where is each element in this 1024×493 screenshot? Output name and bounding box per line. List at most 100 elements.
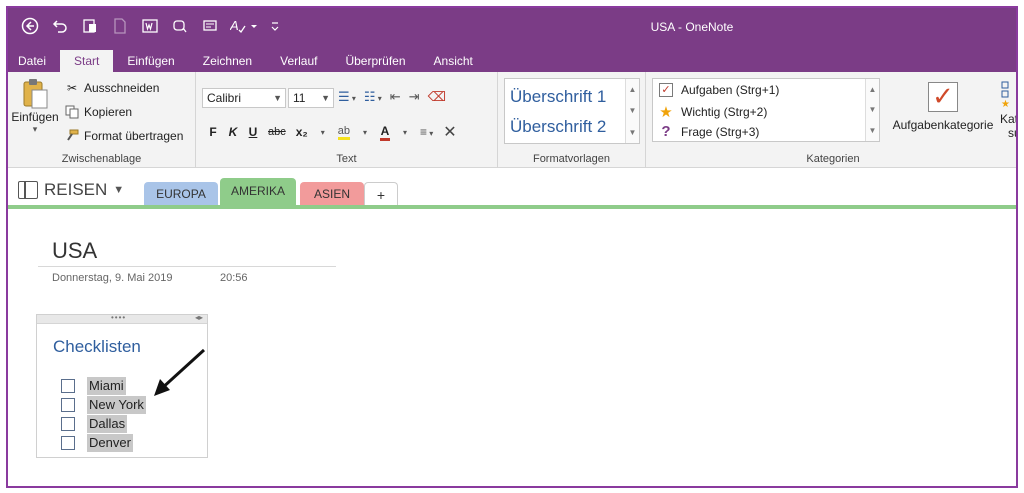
tags-group: ✓ Aufgaben (Strg+1) ★ Wichtig (Strg+2) ?… <box>646 72 1016 168</box>
todo-tag-button[interactable]: ✓ Aufgabenkategorie <box>884 82 1002 132</box>
title-divider <box>38 266 336 267</box>
chevron-down-icon[interactable]: ▾ <box>360 128 370 137</box>
checkbox-icon[interactable] <box>61 398 75 412</box>
todo-item: Miami <box>61 377 126 395</box>
note-container-handle[interactable]: •••• ◂▸ <box>37 313 207 324</box>
decrease-indent-icon[interactable]: ⇤ <box>390 89 401 105</box>
style-heading-2[interactable]: Überschrift 2 <box>510 117 606 137</box>
subscript-button[interactable]: x₂ <box>296 125 308 139</box>
section-tab-europa[interactable]: EUROPA <box>144 182 218 206</box>
more-icon[interactable]: ▼ <box>629 128 637 137</box>
checkbox-icon[interactable] <box>61 417 75 431</box>
tab-insert[interactable]: Einfügen <box>113 50 188 72</box>
todo-tag-label: Aufgabenkategorie <box>892 118 994 132</box>
underline-button[interactable]: U <box>248 125 258 139</box>
drag-handle-icon[interactable]: •••• <box>111 313 126 322</box>
page-date: Donnerstag, 9. Mai 2019 <box>52 272 173 284</box>
tab-home[interactable]: Start <box>60 50 114 72</box>
more-icon[interactable]: ▼ <box>869 126 877 135</box>
format-row: F K U abc x₂ ▾ ab ▾ A ▾ ≡ ▾ ✕ <box>208 122 456 142</box>
checkbox-icon[interactable] <box>61 379 75 393</box>
italic-button[interactable]: K <box>228 125 238 139</box>
find-tags-button[interactable]: ★ Kateg suc <box>1000 80 1016 140</box>
todo-text[interactable]: Miami <box>87 377 126 395</box>
delete-icon[interactable]: ✕ <box>443 122 456 142</box>
clipboard-group: Einfügen ▾ ✂ Ausschneiden Kopieren Forma… <box>8 72 196 168</box>
checkbox-icon[interactable] <box>61 436 75 450</box>
numbering-icon[interactable]: ☷ ▾ <box>364 89 382 105</box>
cut-label: Ausschneiden <box>84 81 160 95</box>
font-name-combo[interactable]: Calibri ▼ <box>202 88 286 108</box>
add-section-button[interactable]: + <box>364 182 398 206</box>
checkbox-icon: ✓ <box>659 83 673 97</box>
text-group: Calibri ▼ 11 ▼ ☰ ▾ ☷ ▾ ⇤ ⇥ ⌫ F K U abc x… <box>196 72 498 168</box>
font-color-button[interactable]: A <box>380 124 391 141</box>
title-bar: A USA - OneNote <box>8 8 1016 48</box>
tab-file[interactable]: Datei <box>8 50 60 72</box>
notebook-icon <box>18 181 38 199</box>
copy-icon <box>64 104 80 120</box>
page-time: 20:56 <box>220 272 248 284</box>
note-heading[interactable]: Checklisten <box>53 337 141 357</box>
clipboard-group-label: Zwischenablage <box>61 153 142 165</box>
onenote-window: A USA - OneNote Datei Start Einfügen Zei… <box>6 6 1018 488</box>
find-tags-icon: ★ <box>1001 81 1010 110</box>
todo-text[interactable]: New York <box>87 396 146 414</box>
todo-item: Dallas <box>61 415 128 433</box>
section-tab-asien[interactable]: ASIEN <box>300 182 364 206</box>
chevron-down-icon[interactable]: ▼ <box>869 105 877 114</box>
page-title[interactable]: USA <box>52 238 97 264</box>
tag-important[interactable]: ★ Wichtig (Strg+2) <box>659 103 767 121</box>
highlight-icon[interactable]: ab <box>337 125 351 140</box>
tag-question-label: Frage (Strg+3) <box>681 124 760 139</box>
notebook-bar: REISEN ▼ EUROPA AMERIKA ASIEN + <box>8 168 1016 206</box>
style-heading-1[interactable]: Überschrift 1 <box>510 87 606 107</box>
chevron-up-icon[interactable]: ▲ <box>869 85 877 94</box>
todo-text[interactable]: Dallas <box>87 415 128 433</box>
bullets-icon[interactable]: ☰ ▾ <box>338 89 356 105</box>
format-painter-label: Format übertragen <box>84 129 184 143</box>
tag-question[interactable]: ? Frage (Strg+3) <box>659 123 759 140</box>
todo-item: Denver <box>61 434 133 452</box>
tags-scroll[interactable]: ▲ ▼ ▼ <box>865 79 879 141</box>
tag-todo[interactable]: ✓ Aufgaben (Strg+1) <box>659 83 779 97</box>
increase-indent-icon[interactable]: ⇥ <box>409 89 420 105</box>
ribbon: Einfügen ▾ ✂ Ausschneiden Kopieren Forma… <box>8 72 1016 168</box>
tab-draw[interactable]: Zeichnen <box>189 50 266 72</box>
paste-label: Einfügen <box>11 110 59 124</box>
notebook-selector[interactable]: REISEN ▼ <box>18 180 124 200</box>
paste-icon <box>23 79 48 109</box>
star-icon: ★ <box>659 104 673 121</box>
styles-scroll[interactable]: ▲ ▼ ▼ <box>625 79 639 143</box>
styles-gallery: Überschrift 1 Überschrift 2 ▲ ▼ ▼ <box>504 78 640 144</box>
tab-review[interactable]: Überprüfen <box>331 50 419 72</box>
find-tags-label-line2: suc <box>1008 126 1016 140</box>
chevron-down-icon: ▼ <box>321 93 330 103</box>
copy-button[interactable]: Kopieren <box>64 104 132 120</box>
todo-text[interactable]: Denver <box>87 434 133 452</box>
tab-history[interactable]: Verlauf <box>266 50 331 72</box>
chevron-down-icon: ▼ <box>273 93 282 103</box>
paste-button[interactable]: Einfügen ▾ <box>10 78 60 135</box>
chevron-down-icon[interactable]: ▾ <box>318 128 328 137</box>
resize-handle-icon[interactable]: ◂▸ <box>195 313 203 322</box>
chevron-up-icon[interactable]: ▲ <box>629 85 637 94</box>
strikethrough-button[interactable]: abc <box>268 126 286 138</box>
font-name-value: Calibri <box>207 91 242 105</box>
section-tab-amerika[interactable]: AMERIKA <box>220 178 296 206</box>
bold-button[interactable]: F <box>208 125 218 139</box>
cut-button[interactable]: ✂ Ausschneiden <box>64 80 159 96</box>
align-icon[interactable]: ≡ ▾ <box>420 125 433 139</box>
format-painter-button[interactable]: Format übertragen <box>64 128 183 144</box>
tag-important-label: Wichtig (Strg+2) <box>681 105 768 119</box>
big-checkbox-icon: ✓ <box>928 82 958 112</box>
font-size-combo[interactable]: 11 ▼ <box>288 88 334 108</box>
tab-view[interactable]: Ansicht <box>420 50 487 72</box>
clear-formatting-icon[interactable]: ⌫ <box>428 89 446 105</box>
section-color-line <box>8 205 1016 209</box>
format-painter-icon <box>64 128 80 144</box>
text-group-label: Text <box>336 153 357 165</box>
chevron-down-icon[interactable]: ▼ <box>629 106 637 115</box>
question-icon: ? <box>661 123 671 140</box>
chevron-down-icon[interactable]: ▾ <box>400 128 410 137</box>
